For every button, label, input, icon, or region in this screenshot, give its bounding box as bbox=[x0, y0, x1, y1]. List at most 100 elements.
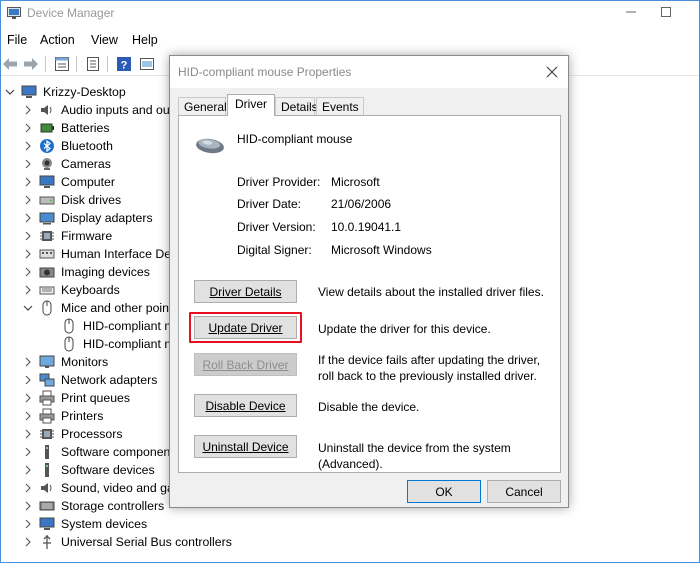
roll-back-driver-button[interactable]: Roll Back Driver bbox=[194, 353, 297, 376]
chevron-right-icon[interactable] bbox=[23, 123, 33, 133]
mouse-icon bbox=[39, 300, 55, 316]
tree-item-label: Display adapters bbox=[61, 211, 153, 225]
properties-icon[interactable] bbox=[53, 55, 71, 73]
svg-text:?: ? bbox=[121, 60, 128, 72]
tree-item[interactable]: System devices bbox=[23, 515, 147, 533]
chevron-right-icon[interactable] bbox=[23, 483, 33, 493]
cancel-button[interactable]: Cancel bbox=[487, 480, 561, 503]
tree-item-label: Keyboards bbox=[61, 283, 120, 297]
chevron-right-icon[interactable] bbox=[23, 231, 33, 241]
title-bar: Device Manager bbox=[1, 1, 699, 28]
chevron-right-icon[interactable] bbox=[23, 357, 33, 367]
show-hidden-icon[interactable] bbox=[84, 55, 102, 73]
chevron-right-icon[interactable] bbox=[23, 159, 33, 169]
digital-signer-value: Microsoft Windows bbox=[331, 243, 432, 257]
chevron-down-icon[interactable] bbox=[5, 87, 15, 97]
tree-item[interactable]: Computer bbox=[23, 173, 115, 191]
chevron-right-icon[interactable] bbox=[23, 141, 33, 151]
speaker-icon bbox=[39, 102, 55, 118]
menu-file[interactable]: File bbox=[7, 33, 27, 47]
disable-device-desc: Disable the device. bbox=[318, 400, 420, 414]
tree-root-label: Krizzy-Desktop bbox=[43, 85, 126, 99]
tree-item[interactable]: Processors bbox=[23, 425, 123, 443]
tree-item[interactable]: Monitors bbox=[23, 353, 108, 371]
chevron-right-icon[interactable] bbox=[23, 249, 33, 259]
driver-details-button[interactable]: Driver Details bbox=[194, 280, 297, 303]
tree-item-label: Disk drives bbox=[61, 193, 122, 207]
tree-item[interactable]: Audio inputs and out bbox=[23, 101, 173, 119]
tree-child-item[interactable]: HID-compliant m bbox=[61, 317, 175, 335]
tree-item-label: Cameras bbox=[61, 157, 111, 171]
tree-item-label: Processors bbox=[61, 427, 123, 441]
chevron-right-icon[interactable] bbox=[23, 447, 33, 457]
tree-item[interactable]: Network adapters bbox=[23, 371, 157, 389]
tree-item[interactable]: Bluetooth bbox=[23, 137, 113, 155]
tree-item[interactable]: Batteries bbox=[23, 119, 110, 137]
maximize-icon[interactable] bbox=[659, 5, 673, 19]
computer-icon bbox=[39, 516, 55, 532]
help-icon[interactable]: ? bbox=[115, 55, 133, 73]
tab-events[interactable]: Events bbox=[316, 97, 364, 116]
hid-icon bbox=[39, 246, 55, 262]
back-arrow-icon[interactable] bbox=[1, 55, 19, 73]
tree-item[interactable]: Printers bbox=[23, 407, 103, 425]
chevron-right-icon[interactable] bbox=[23, 537, 33, 547]
tab-general[interactable]: General bbox=[178, 97, 227, 116]
scan-icon[interactable] bbox=[138, 55, 156, 73]
printer-icon bbox=[39, 390, 55, 406]
tree-item[interactable]: Software devices bbox=[23, 461, 155, 479]
forward-arrow-icon[interactable] bbox=[22, 55, 40, 73]
tree-item-label: Imaging devices bbox=[61, 265, 150, 279]
tree-root[interactable]: Krizzy-Desktop bbox=[5, 83, 126, 101]
tree-item[interactable]: Cameras bbox=[23, 155, 111, 173]
tree-item[interactable]: Storage controllers bbox=[23, 497, 164, 515]
chevron-right-icon[interactable] bbox=[23, 519, 33, 529]
chevron-right-icon[interactable] bbox=[23, 267, 33, 277]
menu-help[interactable]: Help bbox=[132, 33, 158, 47]
chevron-right-icon[interactable] bbox=[23, 501, 33, 511]
chevron-right-icon[interactable] bbox=[23, 213, 33, 223]
chevron-right-icon[interactable] bbox=[23, 375, 33, 385]
ok-button[interactable]: OK bbox=[407, 480, 481, 503]
chevron-right-icon[interactable] bbox=[23, 393, 33, 403]
tree-item[interactable]: Mice and other point bbox=[23, 299, 172, 317]
chevron-right-icon[interactable] bbox=[23, 465, 33, 475]
tab-details[interactable]: Details bbox=[275, 97, 318, 116]
tree-item-label: Human Interface Dev bbox=[61, 247, 178, 261]
tree-item-label: Universal Serial Bus controllers bbox=[61, 535, 232, 549]
chevron-right-icon[interactable] bbox=[23, 105, 33, 115]
dialog-title: HID-compliant mouse Properties bbox=[178, 65, 352, 79]
imaging-icon bbox=[39, 264, 55, 280]
close-icon[interactable] bbox=[545, 65, 559, 79]
window-title: Device Manager bbox=[27, 6, 115, 20]
chip-icon bbox=[39, 426, 55, 442]
driver-date-value: 21/06/2006 bbox=[331, 197, 392, 211]
tree-item[interactable]: Keyboards bbox=[23, 281, 120, 299]
tree-child-item[interactable]: HID-compliant m bbox=[61, 335, 175, 353]
tree-item[interactable]: Universal Serial Bus controllers bbox=[23, 533, 232, 551]
tree-item[interactable]: Imaging devices bbox=[23, 263, 150, 281]
tab-driver[interactable]: Driver bbox=[227, 94, 275, 116]
tree-item[interactable]: Firmware bbox=[23, 227, 112, 245]
minimize-icon[interactable] bbox=[624, 5, 638, 19]
tree-item[interactable]: Sound, video and gar bbox=[23, 479, 178, 497]
tree-item[interactable]: Display adapters bbox=[23, 209, 153, 227]
uninstall-device-button[interactable]: Uninstall Device bbox=[194, 435, 297, 458]
menu-action[interactable]: Action bbox=[40, 33, 75, 47]
tree-item[interactable]: Print queues bbox=[23, 389, 130, 407]
menu-view[interactable]: View bbox=[91, 33, 118, 47]
tree-item[interactable]: Disk drives bbox=[23, 191, 121, 209]
chevron-right-icon[interactable] bbox=[23, 429, 33, 439]
chevron-right-icon[interactable] bbox=[23, 195, 33, 205]
speaker-icon bbox=[39, 480, 55, 496]
chevron-right-icon[interactable] bbox=[23, 411, 33, 421]
chevron-right-icon[interactable] bbox=[23, 285, 33, 295]
tree-item[interactable]: Human Interface Dev bbox=[23, 245, 177, 263]
chevron-down-icon[interactable] bbox=[23, 303, 33, 313]
disable-device-button[interactable]: Disable Device bbox=[194, 394, 297, 417]
keyboard-icon bbox=[39, 282, 55, 298]
tree-item[interactable]: Software component bbox=[23, 443, 174, 461]
tree-item-label: Mice and other point bbox=[61, 301, 173, 315]
storage-icon bbox=[39, 498, 55, 514]
chevron-right-icon[interactable] bbox=[23, 177, 33, 187]
